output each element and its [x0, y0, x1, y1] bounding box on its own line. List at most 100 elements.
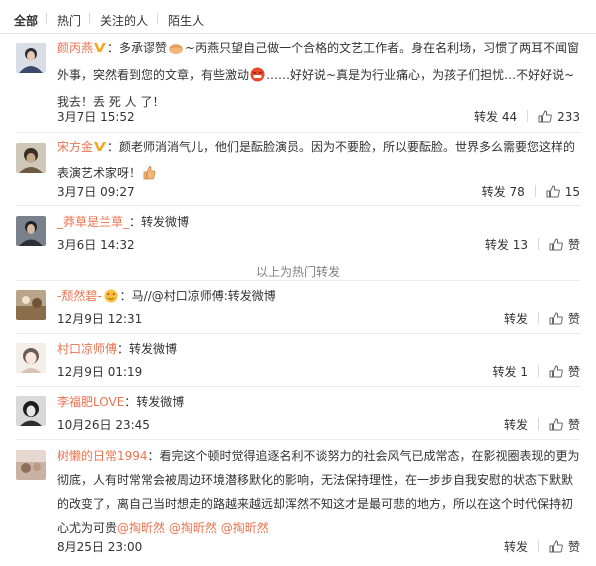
comment-actions: 转发 78 15 [482, 183, 580, 201]
tab-following[interactable]: 关注的人 [100, 12, 148, 29]
action-divider [534, 185, 536, 197]
like-count: 15 [564, 185, 580, 199]
comment-text: 颜丙燕 ：多承谬赞 ~丙燕只望自己做一个合格的文艺工作者。身在名利场，习惯了两耳不闻… [57, 36, 583, 114]
comment-content: ：马//@村口凉师傅:转发微博 [119, 289, 276, 303]
comment-divider [16, 205, 580, 206]
repost-label: 转发 [503, 418, 528, 432]
timestamp: 3月7日 15:52 [57, 110, 135, 124]
repost-count: 13 [512, 238, 528, 252]
tab-strangers[interactable]: 陌生人 [168, 12, 204, 29]
user-name[interactable]: 颜丙燕 [57, 41, 93, 55]
like-label: 赞 [567, 365, 580, 379]
comment-divider [16, 333, 580, 334]
avatar[interactable] [16, 43, 46, 73]
comment-text: 村口凉师傅：转发微博 [57, 337, 583, 361]
action-divider [537, 418, 539, 430]
user-name[interactable]: 村口凉师傅 [57, 342, 117, 356]
tab-hot[interactable]: 热门 [57, 12, 81, 29]
user-name[interactable]: 宋方金 [57, 140, 93, 154]
mention-link[interactable]: @掏昕然 [221, 521, 269, 535]
repost-label: 转发 [473, 110, 498, 124]
timestamp: 3月7日 09:27 [57, 185, 135, 199]
repost-button[interactable]: 转发 [504, 538, 528, 555]
like-label: 赞 [567, 418, 580, 432]
timestamp: 8月25日 23:00 [57, 540, 143, 554]
user-name[interactable]: -颓然碧- [57, 289, 102, 303]
like-label: 赞 [567, 540, 580, 554]
comment-text: 宋方金 ：颜老师消消气儿，他们是酝脸演员。因为不要脸，所以要酝脸。世界多么需要您这… [57, 135, 583, 188]
filter-tabs: 全部 热门 关注的人 陌生人 [0, 0, 596, 34]
avatar[interactable] [16, 396, 46, 426]
avatar[interactable] [16, 143, 46, 173]
repost-label: 转发 [481, 185, 506, 199]
comment-text: 树懒的日常1994：看完这个顿时觉得追逐名利不谈努力的社会风气已成常态，在影视圈… [57, 444, 583, 540]
heart-eyes-emoji-icon [103, 287, 119, 311]
comment-actions: 转发 赞 [504, 416, 580, 434]
avatar[interactable] [16, 450, 46, 480]
comment-text: _莽草是兰草_：转发微博 [57, 210, 583, 234]
timestamp: 12月9日 12:31 [57, 312, 143, 326]
mention-link[interactable]: @掏昕然 [169, 521, 217, 535]
repost-label: 转发 [492, 365, 517, 379]
verified-badge-icon [93, 38, 107, 62]
timestamp: 10月26日 23:45 [57, 418, 150, 432]
action-divider [537, 540, 539, 552]
comment-content: ：转发微博 [117, 342, 178, 356]
comment-text: -颓然碧- ：马//@村口凉师傅:转发微博 [57, 284, 583, 311]
comment-content: ：转发微博 [124, 395, 185, 409]
repost-count: 1 [520, 365, 528, 379]
avatar[interactable] [16, 216, 46, 246]
avatar[interactable] [16, 343, 46, 373]
tab-divider [157, 13, 158, 24]
comment-divider [16, 386, 580, 387]
like-button[interactable]: 233 [538, 110, 580, 126]
user-name[interactable]: 李福肥LOVE [57, 395, 124, 409]
comment-divider [16, 280, 580, 281]
repost-button[interactable]: 转发 44 [474, 108, 517, 125]
repost-button[interactable]: 转发 1 [493, 363, 528, 380]
angry-face-emoji-icon [250, 66, 265, 90]
comment-actions: 转发 13 赞 [485, 236, 580, 254]
user-name[interactable]: _莽草是兰草_ [57, 215, 129, 229]
action-divider [537, 238, 539, 250]
user-name[interactable]: 树懒的日常1994 [57, 449, 148, 463]
thumbs-up-icon [538, 110, 552, 126]
tab-divider [89, 13, 90, 24]
repost-count: 78 [509, 185, 525, 199]
like-label: 赞 [567, 238, 580, 252]
like-button[interactable]: 赞 [549, 538, 580, 556]
thumbs-up-icon [546, 185, 560, 201]
comment-actions: 转发 赞 [504, 538, 580, 556]
timestamp: 12月9日 01:19 [57, 365, 143, 379]
comment-content: ：多承谬赞 [107, 41, 168, 55]
repost-label: 转发 [503, 312, 528, 326]
comment-actions: 转发 赞 [504, 310, 580, 328]
like-label: 赞 [567, 312, 580, 326]
thumbs-up-icon [549, 312, 563, 328]
thumbs-up-icon [549, 365, 563, 381]
action-divider [537, 312, 539, 324]
repost-button[interactable]: 转发 78 [482, 183, 525, 200]
timestamp: 3月6日 14:32 [57, 238, 135, 252]
comment-actions: 转发 44 233 [474, 108, 580, 126]
like-button[interactable]: 赞 [549, 310, 580, 328]
tab-all[interactable]: 全部 [14, 12, 38, 29]
comment-actions: 转发 1 赞 [493, 363, 580, 381]
mention-link[interactable]: @掏昕然 [117, 521, 165, 535]
repost-button[interactable]: 转发 13 [485, 236, 528, 253]
repost-button[interactable]: 转发 [504, 416, 528, 433]
hot-reposts-separator: 以上为热门转发 [255, 265, 340, 279]
like-count: 233 [557, 110, 580, 124]
repost-label: 转发 [484, 238, 509, 252]
thumbs-up-icon [549, 238, 563, 254]
like-button[interactable]: 赞 [549, 236, 580, 254]
repost-button[interactable]: 转发 [504, 310, 528, 327]
thumbs-up-emoji-icon [142, 164, 156, 188]
like-button[interactable]: 赞 [549, 416, 580, 434]
like-button[interactable]: 15 [546, 185, 580, 201]
like-button[interactable]: 赞 [549, 363, 580, 381]
action-divider [527, 110, 529, 122]
avatar[interactable] [16, 290, 46, 320]
thumbs-up-icon [549, 540, 563, 556]
comment-divider [16, 439, 580, 440]
